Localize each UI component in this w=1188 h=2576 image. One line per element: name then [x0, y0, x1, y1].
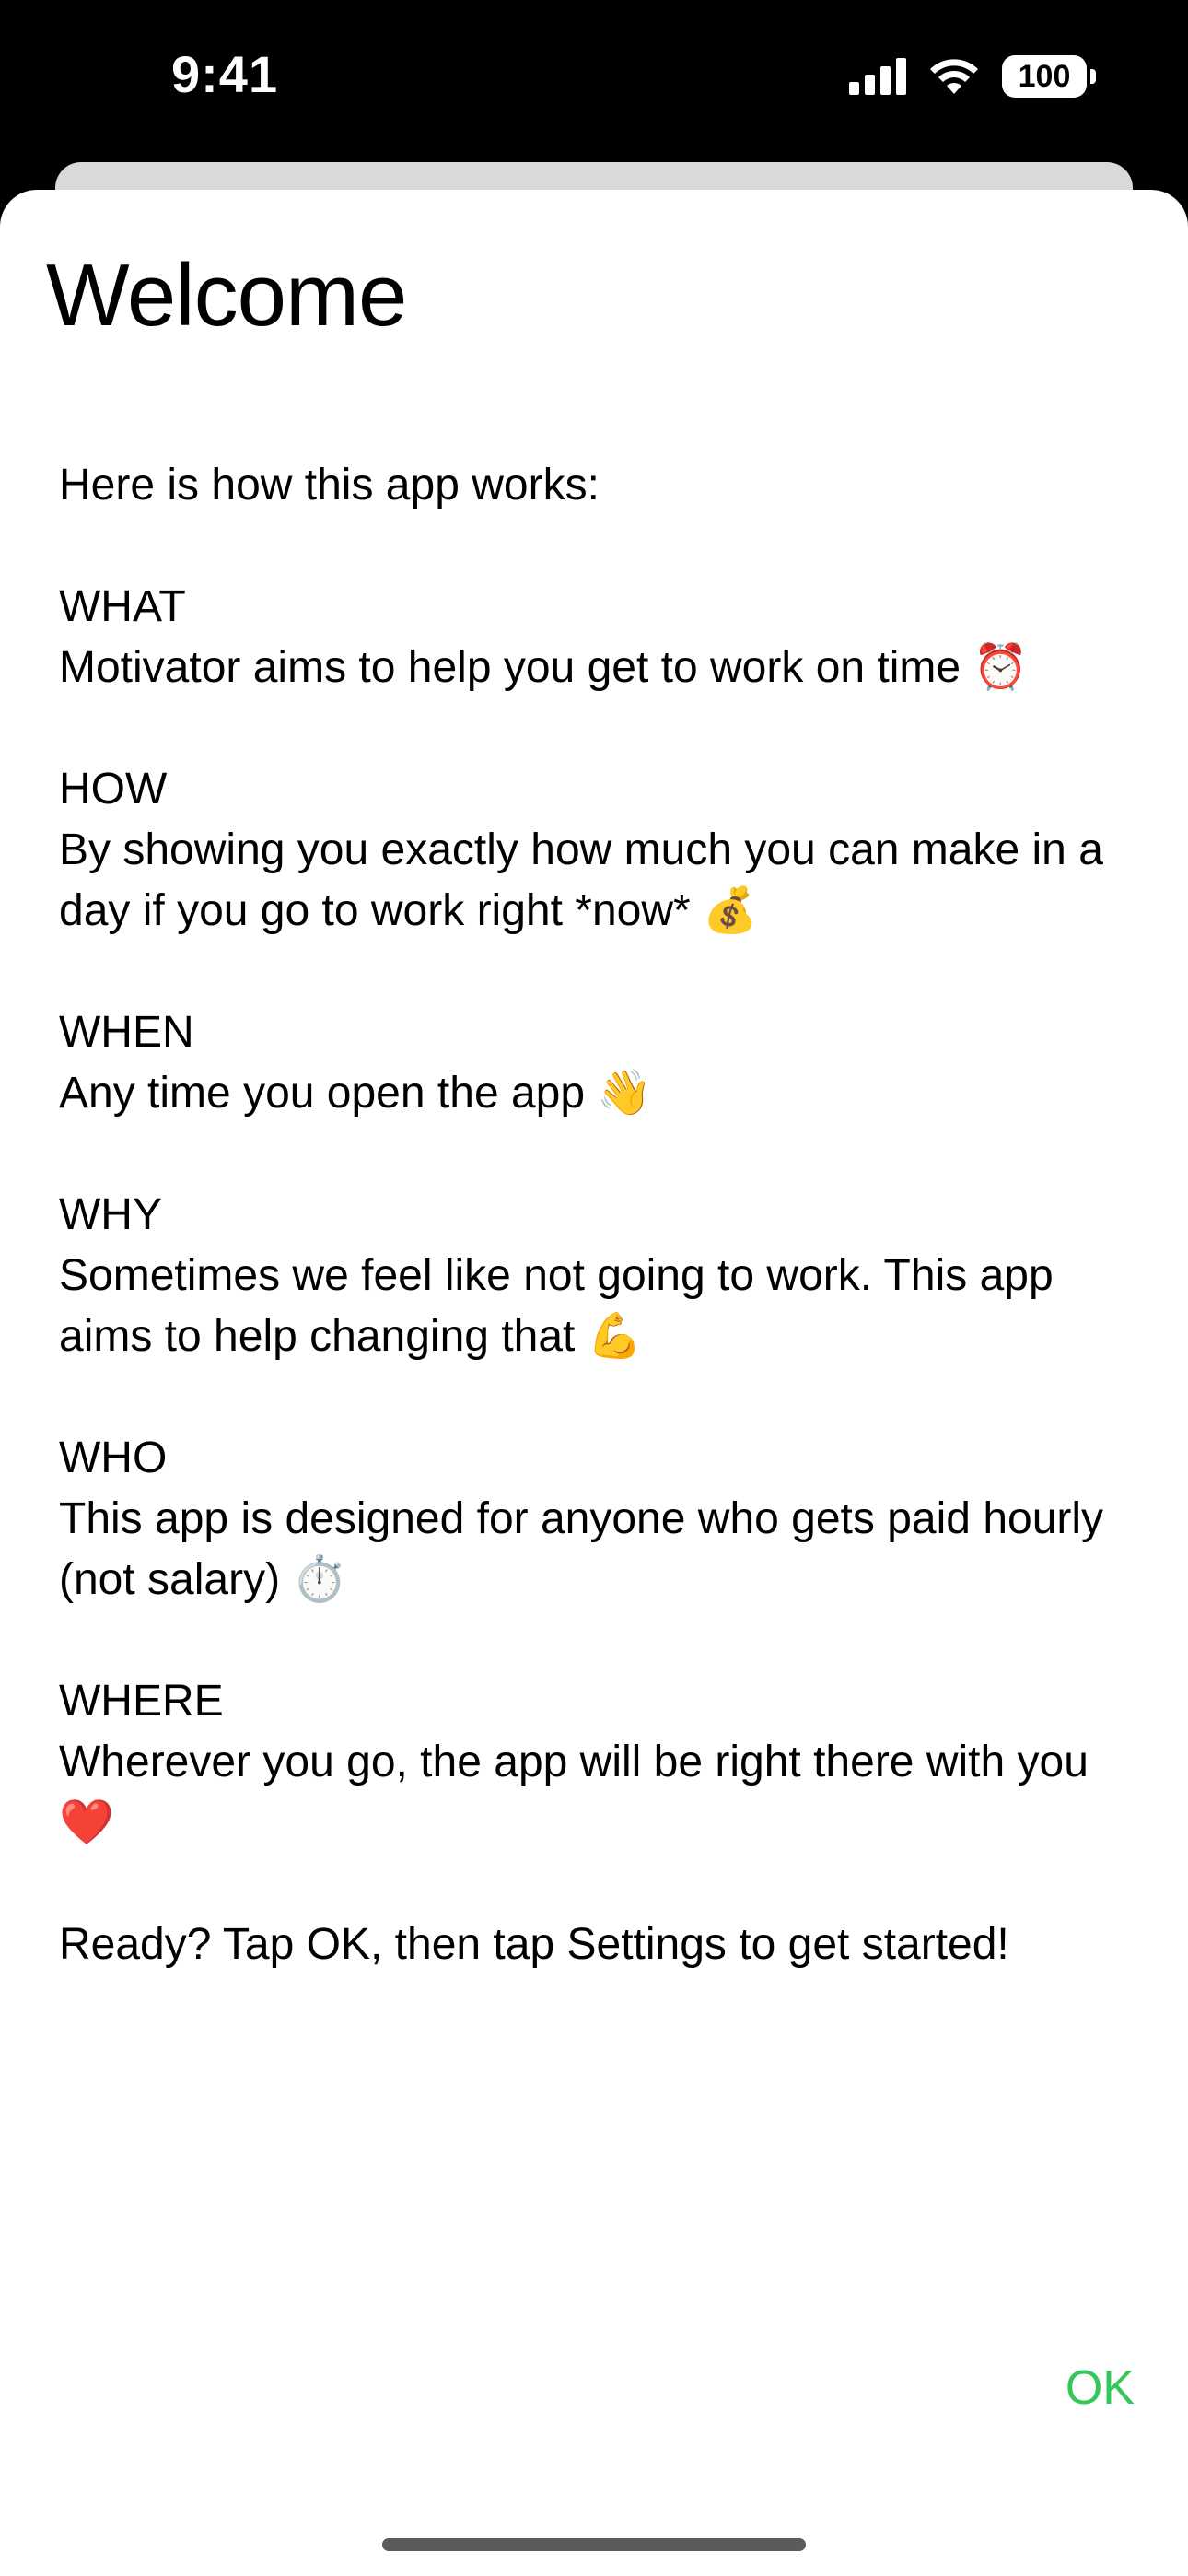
section-why: WHY Sometimes we feel like not going to … [59, 1185, 1136, 1367]
section-where: WHERE Wherever you go, the app will be r… [59, 1671, 1136, 1854]
welcome-sheet: Welcome Here is how this app works: WHAT… [0, 190, 1188, 2576]
section-heading: WHY [59, 1190, 162, 1239]
section-body: Any time you open the app 👋 [59, 1069, 653, 1118]
section-heading: WHERE [59, 1677, 224, 1726]
status-icons: 100 [849, 55, 1096, 98]
section-who: WHO This app is designed for anyone who … [59, 1428, 1136, 1610]
section-body: Motivator aims to help you get to work o… [59, 643, 1029, 692]
section-body: By showing you exactly how much you can … [59, 825, 1103, 935]
ok-button[interactable]: OK [1066, 2360, 1135, 2416]
home-indicator[interactable] [382, 2538, 806, 2551]
section-heading: WHEN [59, 1008, 194, 1057]
status-time: 9:41 [171, 45, 279, 103]
section-body: Sometimes we feel like not going to work… [59, 1251, 1054, 1361]
wifi-icon [930, 59, 978, 94]
section-body: Wherever you go, the app will be right t… [59, 1738, 1089, 1847]
section-what: WHAT Motivator aims to help you get to w… [59, 577, 1136, 698]
screen: 9:41 100 Welcome Here is how this app wo… [0, 0, 1188, 2576]
status-bar: 9:41 100 [0, 0, 1188, 161]
battery-icon: 100 [1002, 55, 1096, 98]
section-heading: WHAT [59, 582, 186, 631]
closing-text: Ready? Tap OK, then tap Settings to get … [59, 1920, 1009, 1969]
cellular-signal-icon [849, 58, 906, 95]
battery-level: 100 [1018, 58, 1071, 94]
section-when: WHEN Any time you open the app 👋 [59, 1002, 1136, 1124]
section-how: HOW By showing you exactly how much you … [59, 759, 1136, 942]
section-heading: WHO [59, 1434, 168, 1482]
page-title: Welcome [46, 246, 407, 345]
section-body: This app is designed for anyone who gets… [59, 1494, 1104, 1604]
section-heading: HOW [59, 765, 168, 814]
welcome-content: Here is how this app works: WHAT Motivat… [59, 455, 1136, 1975]
intro-text: Here is how this app works: [59, 461, 600, 509]
